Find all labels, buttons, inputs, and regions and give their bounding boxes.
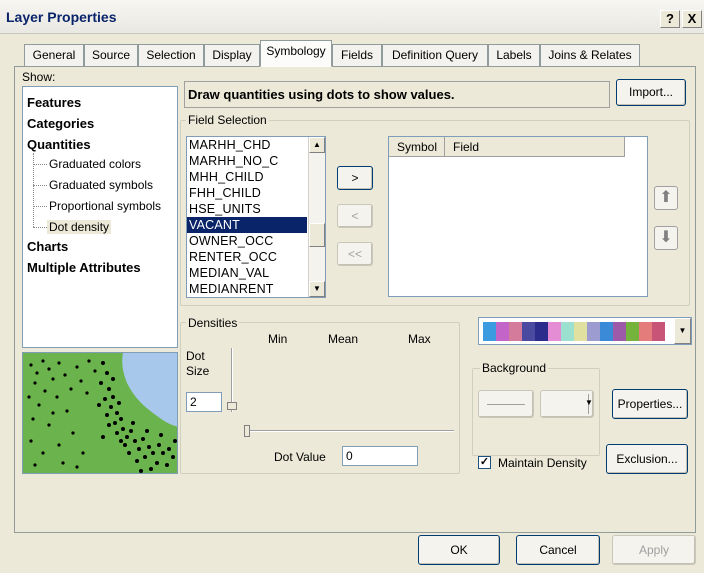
- field-item[interactable]: HSE_UNITS: [187, 201, 325, 217]
- remove-field-button[interactable]: <: [337, 204, 373, 228]
- color-swatch: [574, 322, 587, 341]
- cancel-button[interactable]: Cancel: [516, 535, 600, 565]
- tree-connector: [33, 185, 47, 186]
- dot-value-slider-thumb[interactable]: [244, 425, 250, 437]
- chevron-down-icon[interactable]: ▼: [674, 318, 691, 344]
- tab-general[interactable]: General: [24, 44, 84, 66]
- max-label: Max: [408, 332, 431, 346]
- field-item[interactable]: MHH_CHILD: [187, 169, 325, 185]
- color-swatch: [587, 322, 600, 341]
- color-swatch: [496, 322, 509, 341]
- window-title: Layer Properties: [6, 9, 117, 25]
- tab-labels[interactable]: Labels: [488, 44, 540, 66]
- scroll-down-icon[interactable]: ▼: [309, 281, 325, 297]
- maintain-density-label: Maintain Density: [498, 456, 587, 470]
- exclusion-button[interactable]: Exclusion...: [606, 444, 688, 474]
- help-button[interactable]: ?: [660, 10, 680, 28]
- color-swatch: [561, 322, 574, 341]
- field-list[interactable]: MARHH_CHD MARHH_NO_C MHH_CHILD FHH_CHILD…: [186, 136, 326, 298]
- field-item[interactable]: RENTER_OCC: [187, 249, 325, 265]
- symbology-preview: [22, 352, 178, 474]
- symbol-field-table[interactable]: Symbol Field: [388, 136, 648, 297]
- tree-multiple-attributes[interactable]: Multiple Attributes: [27, 260, 141, 275]
- line-symbol-icon: [487, 404, 525, 405]
- maintain-density-checkbox[interactable]: ✓: [478, 456, 491, 469]
- tab-fields[interactable]: Fields: [332, 44, 382, 66]
- tab-joins-relates[interactable]: Joins & Relates: [540, 44, 640, 66]
- color-swatch: [613, 322, 626, 341]
- color-swatch: [535, 322, 548, 341]
- renderer-tree[interactable]: Features Categories Quantities Graduated…: [22, 86, 178, 348]
- tree-dot-density[interactable]: Dot density: [47, 220, 112, 234]
- dot-size-label: Dot Size: [186, 349, 210, 378]
- move-up-icon[interactable]: ⬆: [654, 186, 678, 210]
- tree-quantities[interactable]: Quantities: [27, 137, 91, 152]
- dot-value-slider-track[interactable]: [244, 430, 454, 432]
- field-item[interactable]: OWNER_OCC: [187, 233, 325, 249]
- chevron-down-icon: ▼: [585, 398, 593, 407]
- tree-graduated-symbols[interactable]: Graduated symbols: [49, 178, 153, 192]
- color-swatch: [509, 322, 522, 341]
- tree-charts[interactable]: Charts: [27, 239, 68, 254]
- color-swatch: [600, 322, 613, 341]
- field-list-scrollbar[interactable]: ▲ ▼: [308, 137, 325, 297]
- scroll-thumb[interactable]: [309, 223, 325, 247]
- field-column-header[interactable]: Field: [445, 137, 625, 157]
- tab-selection[interactable]: Selection: [138, 44, 204, 66]
- symbol-column-header[interactable]: Symbol: [389, 137, 445, 157]
- renderer-description: Draw quantities using dots to show value…: [184, 81, 610, 108]
- tree-graduated-colors[interactable]: Graduated colors: [49, 157, 141, 171]
- tree-features[interactable]: Features: [27, 95, 81, 110]
- properties-button[interactable]: Properties...: [612, 389, 688, 419]
- tab-symbology[interactable]: Symbology: [260, 40, 332, 67]
- densities-title: Densities: [186, 316, 240, 330]
- field-item-selected[interactable]: VACANT: [187, 217, 307, 233]
- color-swatch: [522, 322, 535, 341]
- dot-size-input[interactable]: 2: [186, 392, 222, 412]
- ok-button[interactable]: OK: [418, 535, 500, 565]
- dot-value-input[interactable]: 0: [342, 446, 418, 466]
- background-title: Background: [480, 361, 549, 375]
- field-selection-title: Field Selection: [186, 113, 269, 127]
- min-label: Min: [268, 332, 288, 346]
- field-item[interactable]: MEDIAN_VAL: [187, 265, 325, 281]
- move-down-icon[interactable]: ⬇: [654, 226, 678, 250]
- color-swatch: [483, 322, 496, 341]
- remove-all-fields-button[interactable]: <<: [337, 242, 373, 266]
- color-swatch: [639, 322, 652, 341]
- field-item[interactable]: MARHH_CHD: [187, 137, 325, 153]
- field-item[interactable]: FHH_CHILD: [187, 185, 325, 201]
- dot-density-preview-image: [23, 353, 177, 473]
- color-swatch: [548, 322, 561, 341]
- dot-value-label: Dot Value: [274, 450, 326, 464]
- tree-connector: [33, 164, 47, 165]
- field-item[interactable]: MEDIANRENT: [187, 281, 325, 297]
- tab-source[interactable]: Source: [84, 44, 138, 66]
- apply-button[interactable]: Apply: [612, 535, 696, 565]
- tree-categories[interactable]: Categories: [27, 116, 94, 131]
- mean-label: Mean: [328, 332, 359, 346]
- scroll-up-icon[interactable]: ▲: [309, 137, 325, 153]
- dot-size-slider-thumb[interactable]: [227, 402, 237, 410]
- field-item[interactable]: MARHH_NO_C: [187, 153, 325, 169]
- add-field-button[interactable]: >: [337, 166, 373, 190]
- tree-proportional-symbols[interactable]: Proportional symbols: [49, 199, 161, 213]
- close-button[interactable]: X: [682, 10, 702, 28]
- background-line-button[interactable]: [478, 390, 534, 418]
- color-ramp-dropdown[interactable]: ▼: [478, 317, 692, 345]
- color-swatch: [652, 322, 665, 341]
- show-label: Show:: [22, 70, 56, 84]
- tree-connector: [33, 227, 47, 228]
- tab-definition-query[interactable]: Definition Query: [382, 44, 488, 66]
- tree-connector: [33, 206, 47, 207]
- tab-display[interactable]: Display: [204, 44, 260, 66]
- background-fill-button[interactable]: ▼: [540, 390, 594, 418]
- import-button[interactable]: Import...: [616, 79, 686, 106]
- color-swatch: [626, 322, 639, 341]
